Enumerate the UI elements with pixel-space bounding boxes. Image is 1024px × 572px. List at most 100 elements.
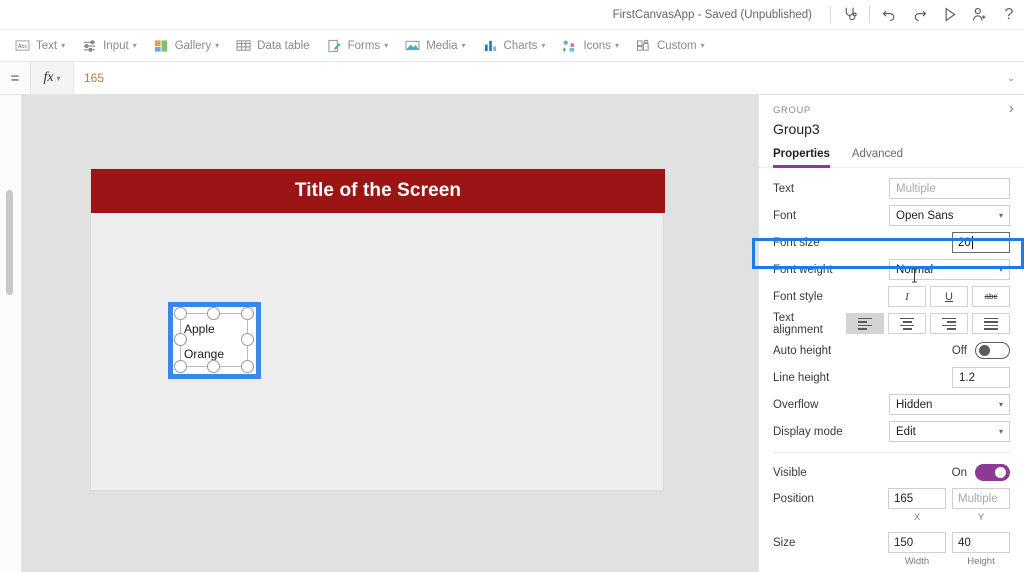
play-preview-icon[interactable] <box>934 1 964 29</box>
chevron-down-icon: ▾ <box>215 40 220 50</box>
ribbon-item-forms[interactable]: Forms ▾ <box>326 30 389 62</box>
resize-handle-w[interactable] <box>174 333 187 346</box>
redo-icon[interactable] <box>904 1 934 29</box>
selected-group[interactable]: Apple Orange <box>168 302 261 379</box>
left-rail-scrollbar[interactable] <box>6 190 13 295</box>
toggle-knob <box>979 345 990 356</box>
label-text-alignment: Text alignment <box>773 311 823 336</box>
position-x-input[interactable]: 165 <box>888 488 946 509</box>
label-size: Size <box>773 536 796 549</box>
overflow-value: Hidden <box>896 398 933 411</box>
label-orange[interactable]: Orange <box>184 347 224 361</box>
resize-handle-s[interactable] <box>207 360 220 373</box>
ribbon-item-charts[interactable]: Charts ▾ <box>482 30 546 62</box>
underline-button[interactable]: U <box>930 286 968 307</box>
forms-pencil-icon <box>326 37 343 54</box>
label-line-height: Line height <box>773 371 830 384</box>
resize-handle-se[interactable] <box>241 360 254 373</box>
app-checker-icon[interactable] <box>835 1 865 29</box>
properties-header: GROUP Group3 › <box>759 95 1024 138</box>
ribbon-label-gallery: Gallery <box>174 39 212 52</box>
line-height-input[interactable]: 1.2 <box>952 367 1010 388</box>
formula-expand-icon[interactable]: ⌄ <box>998 62 1024 94</box>
ribbon-label-forms: Forms <box>347 39 381 52</box>
resize-handle-nw[interactable] <box>174 307 187 320</box>
properties-panel: GROUP Group3 › Properties Advanced Text … <box>758 95 1024 572</box>
display-mode-value: Edit <box>896 425 916 438</box>
ribbon-label-icons: Icons <box>583 39 611 52</box>
property-list-toggle[interactable]: = <box>0 70 30 87</box>
position-y-input[interactable]: Multiple <box>952 488 1010 509</box>
text-caret <box>971 236 973 249</box>
screen-title-bar[interactable]: Title of the Screen <box>91 169 665 213</box>
property-row-font-size: Font size 20 <box>759 229 1024 256</box>
label-apple[interactable]: Apple <box>184 322 215 336</box>
label-position: Position <box>773 492 814 505</box>
size-height-input[interactable]: 40 <box>952 532 1010 553</box>
label-text: Text <box>773 182 795 195</box>
visible-toggle[interactable] <box>975 464 1010 481</box>
ribbon-item-custom[interactable]: Custom ▾ <box>635 30 705 62</box>
align-right-button[interactable] <box>930 313 968 334</box>
chevron-down-icon: ▾ <box>614 40 619 50</box>
fx-button[interactable]: fx ▾ <box>30 62 74 94</box>
resize-handle-sw[interactable] <box>174 360 187 373</box>
group-bounding-box: Apple Orange <box>174 307 254 373</box>
property-row-display-mode: Display mode Edit ▾ <box>759 418 1024 445</box>
ribbon-item-input[interactable]: Input ▾ <box>81 30 137 62</box>
strikethrough-button[interactable]: abc <box>972 286 1010 307</box>
align-right-icon <box>942 317 956 330</box>
studio-body: Title of the Screen Apple Orange GROUP G… <box>0 95 1024 572</box>
custom-blocks-icon <box>635 37 652 54</box>
font-dropdown[interactable]: Open Sans ▾ <box>889 205 1010 226</box>
ribbon-item-icons[interactable]: Icons ▾ <box>561 30 619 62</box>
chevron-down-icon: ▾ <box>132 40 137 50</box>
ribbon-item-data-table[interactable]: Data table <box>235 30 310 62</box>
canvas-area[interactable]: Title of the Screen Apple Orange <box>22 95 758 572</box>
display-mode-dropdown[interactable]: Edit ▾ <box>889 421 1010 442</box>
overflow-dropdown[interactable]: Hidden ▾ <box>889 394 1010 415</box>
align-justify-button[interactable] <box>972 313 1010 334</box>
ribbon-item-gallery[interactable]: Gallery ▾ <box>153 30 219 62</box>
ribbon-label-media: Media <box>426 39 458 52</box>
font-size-input[interactable]: 20 <box>952 232 1010 253</box>
label-font-style: Font style <box>773 290 823 303</box>
align-center-button[interactable] <box>888 313 926 334</box>
tab-advanced[interactable]: Advanced <box>852 148 903 167</box>
ribbon-item-text[interactable]: Abc Text ▾ <box>14 30 65 62</box>
app-screen[interactable]: Title of the Screen Apple Orange <box>90 168 665 491</box>
chevron-down-icon: ▾ <box>541 40 546 50</box>
text-input[interactable]: Multiple <box>889 178 1010 199</box>
auto-height-toggle[interactable] <box>975 342 1010 359</box>
property-row-text-alignment: Text alignment <box>759 310 1024 337</box>
font-weight-dropdown[interactable]: Normal ▾ <box>889 259 1010 280</box>
align-center-icon <box>900 317 914 330</box>
toolbar-divider-2 <box>869 6 870 23</box>
chevron-down-icon: ▾ <box>998 427 1003 436</box>
visible-toggle-wrap: On <box>952 464 1010 481</box>
resize-handle-n[interactable] <box>207 307 220 320</box>
mouse-text-cursor <box>910 268 919 288</box>
size-width-input[interactable]: 150 <box>888 532 946 553</box>
top-command-bar: FirstCanvasApp - Saved (Unpublished) ? <box>0 0 1024 30</box>
share-user-icon[interactable] <box>964 1 994 29</box>
italic-button[interactable]: I <box>888 286 926 307</box>
collapse-panel-icon[interactable]: › <box>1009 101 1014 117</box>
resize-handle-e[interactable] <box>241 333 254 346</box>
formula-input[interactable]: 165 <box>74 62 998 94</box>
help-icon[interactable]: ? <box>994 1 1024 29</box>
property-row-line-height: Line height 1.2 <box>759 364 1024 391</box>
ribbon-label-input: Input <box>103 39 129 52</box>
chevron-down-icon: ▾ <box>384 40 389 50</box>
align-left-button[interactable] <box>846 313 884 334</box>
tab-properties[interactable]: Properties <box>773 148 830 168</box>
control-name-label: Group3 <box>773 121 820 137</box>
label-display-mode: Display mode <box>773 425 843 438</box>
toggle-knob <box>995 467 1006 478</box>
resize-handle-ne[interactable] <box>241 307 254 320</box>
visible-state: On <box>951 466 967 479</box>
fx-label: fx <box>43 70 54 85</box>
text-alignment-button-group <box>846 313 1010 334</box>
undo-icon[interactable] <box>874 1 904 29</box>
ribbon-item-media[interactable]: Media ▾ <box>404 30 466 62</box>
